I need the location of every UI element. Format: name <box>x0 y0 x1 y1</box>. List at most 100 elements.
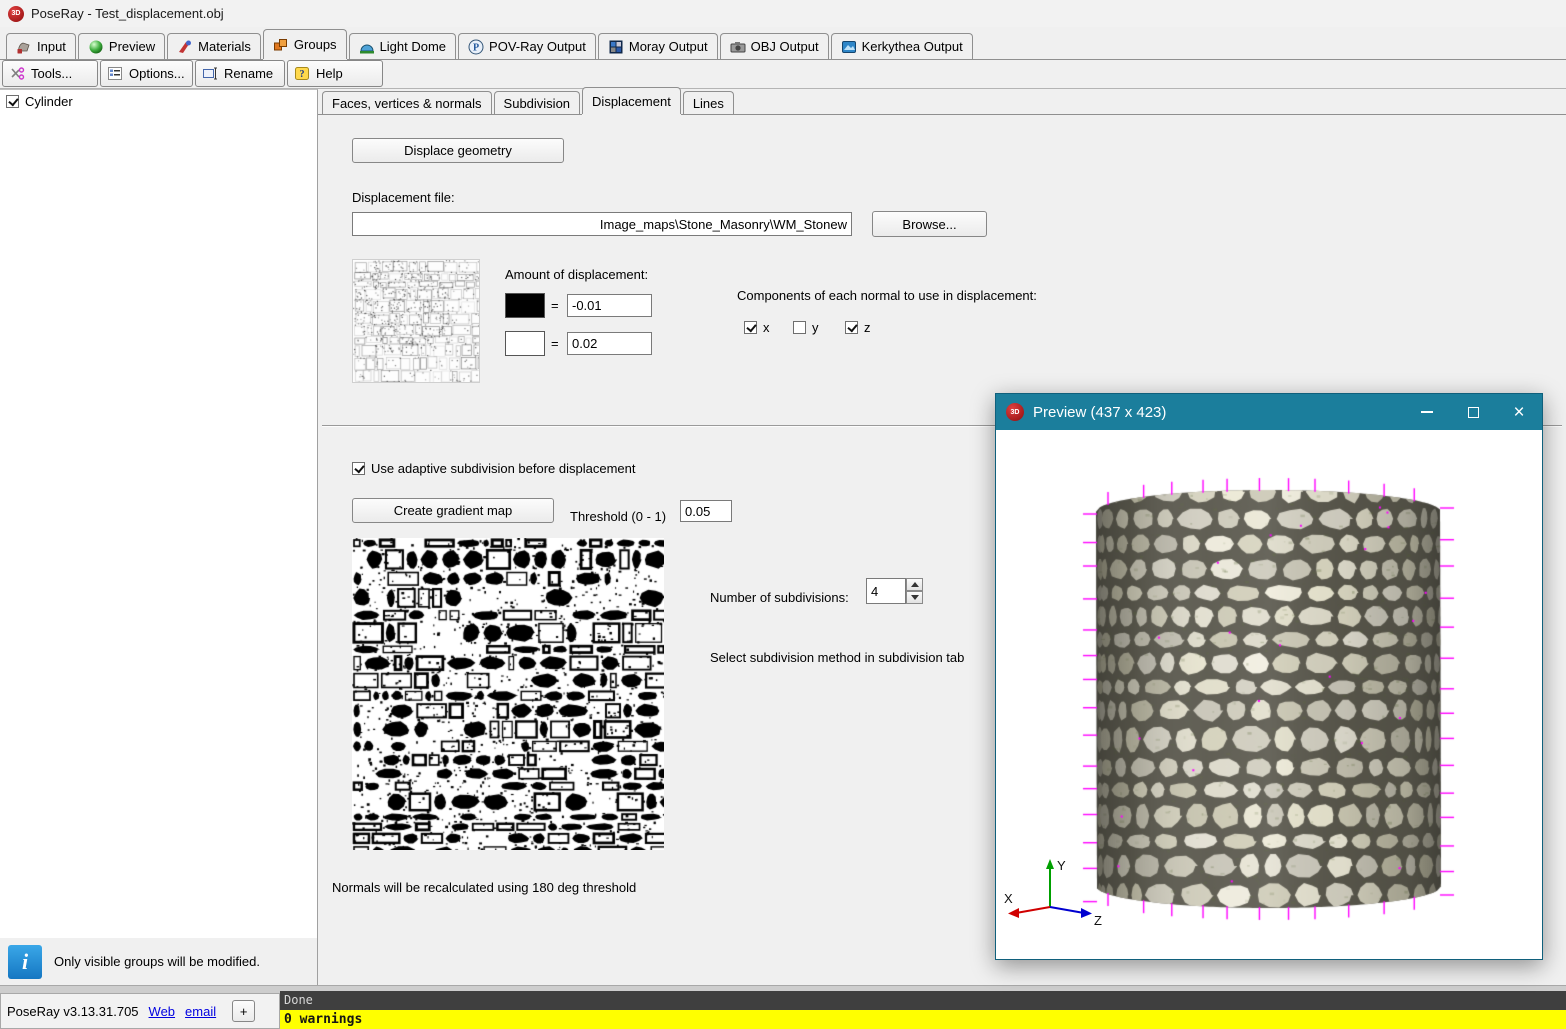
tab-label: Preview <box>109 39 155 54</box>
create-gradient-map-button[interactable]: Create gradient map <box>352 498 554 523</box>
tab-preview[interactable]: Preview <box>78 33 165 59</box>
maximize-button[interactable] <box>1450 394 1496 430</box>
svg-text:?: ? <box>300 69 305 80</box>
tab-obj-output[interactable]: OBJ Output <box>720 33 829 59</box>
tab-materials[interactable]: Materials <box>167 33 261 59</box>
axis-indicator: Y X Z <box>1002 855 1112 945</box>
subtab-label: Lines <box>693 96 724 111</box>
components-label: Components of each normal to use in disp… <box>737 288 1037 303</box>
adaptive-label: Use adaptive subdivision before displace… <box>371 461 636 476</box>
x-label: x <box>763 320 770 335</box>
preview-window-title: Preview (437 x 423) <box>1033 404 1166 421</box>
subtab-lines[interactable]: Lines <box>683 91 734 114</box>
equals-sign: = <box>551 298 559 313</box>
tab-input[interactable]: Input <box>6 33 76 59</box>
axis-z-label: Z <box>1094 913 1102 928</box>
z-checkbox[interactable] <box>845 321 858 334</box>
sub-tab-bar: Faces, vertices & normals Subdivision Di… <box>318 88 1566 115</box>
tab-label: Input <box>37 39 66 54</box>
threshold-input[interactable] <box>680 500 732 522</box>
poseray-logo-icon: 3D <box>8 6 24 22</box>
expand-log-button[interactable]: + <box>232 1000 255 1022</box>
rename-button-label: Rename <box>224 66 273 81</box>
tab-groups[interactable]: Groups <box>263 29 347 59</box>
paintbrush-icon <box>177 39 193 55</box>
help-button[interactable]: ? Help <box>287 60 383 87</box>
maximize-icon <box>1468 407 1479 418</box>
normals-note: Normals will be recalculated using 180 d… <box>332 880 636 895</box>
y-checkbox[interactable] <box>793 321 806 334</box>
hand-icon <box>16 39 32 55</box>
gradient-map-image <box>352 538 664 850</box>
displacement-map-thumbnail <box>352 259 480 383</box>
stepper-down-button[interactable] <box>906 591 923 604</box>
stepper-up-button[interactable] <box>906 578 923 591</box>
group-list-panel: Cylinder <box>0 89 318 938</box>
dome-icon <box>359 39 375 55</box>
component-y-checkbox[interactable]: y <box>793 320 819 335</box>
adaptive-subdivision-checkbox[interactable]: Use adaptive subdivision before displace… <box>352 461 636 476</box>
axis-x-label: X <box>1004 891 1013 906</box>
component-z-checkbox[interactable]: z <box>845 320 871 335</box>
status-done-bar: Done <box>280 991 1566 1010</box>
displace-geometry-button[interactable]: Displace geometry <box>352 138 564 163</box>
subtab-faces[interactable]: Faces, vertices & normals <box>322 91 492 114</box>
preview-titlebar[interactable]: 3D Preview (437 x 423) × <box>996 394 1542 430</box>
close-button[interactable]: × <box>1496 394 1542 430</box>
groups-icon <box>273 37 289 53</box>
close-icon: × <box>1513 403 1524 422</box>
subtab-displacement[interactable]: Displacement <box>582 87 681 114</box>
info-message: Only visible groups will be modified. <box>54 954 260 969</box>
adaptive-checkbox[interactable] <box>352 462 365 475</box>
tab-povray-output[interactable]: P POV-Ray Output <box>458 33 596 59</box>
options-button[interactable]: Options... <box>100 60 193 87</box>
web-link[interactable]: Web <box>149 1004 176 1019</box>
displacement-file-label: Displacement file: <box>352 190 455 205</box>
subdivisions-input[interactable] <box>866 578 906 604</box>
white-swatch <box>505 331 545 356</box>
tools-button[interactable]: Tools... <box>2 60 98 87</box>
up-arrow-icon <box>911 582 919 587</box>
cylinder-checkbox[interactable] <box>6 95 19 108</box>
tools-icon <box>9 66 25 82</box>
group-item-label: Cylinder <box>25 94 73 109</box>
preview-viewport: Y X Z <box>996 430 1542 959</box>
component-x-checkbox[interactable]: x <box>744 320 770 335</box>
subdivisions-label: Number of subdivisions: <box>710 590 849 605</box>
status-warnings-bar: 0 warnings <box>280 1010 1566 1029</box>
email-link[interactable]: email <box>185 1004 216 1019</box>
tab-label: POV-Ray Output <box>489 39 586 54</box>
tab-label: Materials <box>198 39 251 54</box>
minimize-icon <box>1421 411 1433 413</box>
window-controls: × <box>1404 394 1542 430</box>
axis-y-label: Y <box>1057 858 1066 873</box>
down-arrow-icon <box>911 595 919 600</box>
sphere-icon <box>88 39 104 55</box>
titlebar: 3D PoseRay - Test_displacement.obj <box>0 0 1566 27</box>
subtab-label: Faces, vertices & normals <box>332 96 482 111</box>
x-checkbox[interactable] <box>744 321 757 334</box>
browse-button[interactable]: Browse... <box>872 211 987 237</box>
tab-label: Groups <box>294 37 337 52</box>
povray-icon: P <box>468 39 484 55</box>
info-icon: i <box>8 945 42 979</box>
subtab-label: Subdivision <box>504 96 571 111</box>
white-amount-input[interactable] <box>567 332 652 355</box>
tab-moray-output[interactable]: Moray Output <box>598 33 718 59</box>
tab-light-dome[interactable]: Light Dome <box>349 33 456 59</box>
subtab-subdivision[interactable]: Subdivision <box>494 91 581 114</box>
black-amount-input[interactable] <box>567 294 652 317</box>
minimize-button[interactable] <box>1404 394 1450 430</box>
options-list-icon <box>107 66 123 82</box>
equals-sign: = <box>551 336 559 351</box>
poseray-window: 3D PoseRay - Test_displacement.obj Input… <box>0 0 1566 1029</box>
version-text: PoseRay v3.13.31.705 <box>7 1004 139 1019</box>
displacement-file-input[interactable] <box>352 212 852 236</box>
rename-icon <box>202 66 218 82</box>
svg-text:P: P <box>473 42 479 53</box>
method-note: Select subdivision method in subdivision… <box>710 650 964 665</box>
rename-button[interactable]: Rename <box>195 60 285 87</box>
group-item-cylinder[interactable]: Cylinder <box>6 94 73 109</box>
subdivisions-stepper <box>906 578 923 604</box>
tab-kerkythea-output[interactable]: Kerkythea Output <box>831 33 973 59</box>
